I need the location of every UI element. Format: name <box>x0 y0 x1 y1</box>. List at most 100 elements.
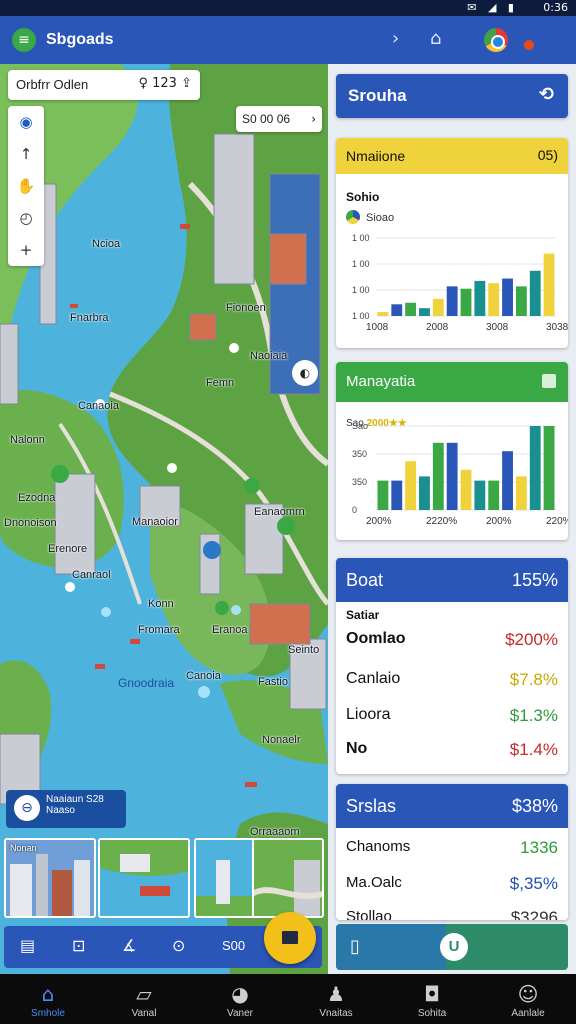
navigate-icon[interactable]: ↑ <box>8 138 44 170</box>
bar[interactable] <box>405 302 417 316</box>
bar[interactable] <box>474 480 486 510</box>
stats-row[interactable]: Chanoms 1336 <box>346 834 558 862</box>
map-label[interactable]: Femn <box>206 377 234 389</box>
map-label[interactable]: Fromara <box>138 624 180 636</box>
share-icon[interactable]: ⇪ <box>181 76 192 91</box>
bar[interactable] <box>543 426 555 510</box>
nav-item-account[interactable]: ☺ Aanlale <box>480 974 576 1024</box>
bar[interactable] <box>502 451 513 510</box>
bar[interactable] <box>502 278 513 316</box>
map-label[interactable]: Ncioa <box>92 238 120 250</box>
note-fab-button[interactable] <box>264 912 316 964</box>
bar[interactable] <box>377 312 389 316</box>
map-label[interactable]: Dnonoison <box>4 517 57 529</box>
pin-icon[interactable]: ♀ <box>138 76 148 91</box>
map-icon: ▱ <box>136 982 152 1006</box>
zoom-in-icon[interactable]: + <box>8 234 44 266</box>
message-icon[interactable]: ⊡ <box>72 936 85 955</box>
stats-row-label: Ma.Oalc <box>346 874 402 891</box>
map-label[interactable]: Ezodna <box>18 492 55 504</box>
nav-label: Smhole <box>31 1008 65 1019</box>
map-label[interactable]: Nalonn <box>10 434 45 446</box>
bar[interactable] <box>377 480 389 510</box>
menu-icon[interactable]: ≡ <box>12 28 36 52</box>
map-label[interactable]: Eanaomrn <box>254 506 305 518</box>
bar[interactable] <box>432 442 444 510</box>
nav-item-shop[interactable]: ◘ Sohita <box>384 974 480 1024</box>
y-tick-label: 1 00 <box>352 311 370 321</box>
nav-item-home[interactable]: ⌂ Smhole <box>0 974 96 1024</box>
map-label[interactable]: Orraaaom <box>250 826 300 838</box>
nav-item-map[interactable]: ▱ Vanal <box>96 974 192 1024</box>
map-label[interactable]: Canoia <box>186 670 221 682</box>
forward-icon[interactable]: › <box>392 28 399 49</box>
bar[interactable] <box>543 253 555 316</box>
lock-icon[interactable]: ⌂ <box>430 28 441 49</box>
nav-item-person[interactable]: ♟ Vnaitas <box>288 974 384 1024</box>
bar[interactable] <box>446 442 458 510</box>
bar[interactable] <box>488 480 500 510</box>
map-view[interactable]: Orbfrr Odlen ♀ 123 ⇪ S0 00 06 › ◉ ↑ ✋ ◴ … <box>0 64 328 974</box>
map-label[interactable]: Seinto <box>288 644 319 656</box>
document-icon[interactable]: ▯ <box>350 936 360 957</box>
stats1-header: Boat 155% <box>336 558 568 602</box>
map-search-text: Orbfrr Odlen <box>16 77 89 92</box>
stats-row[interactable]: No $1.4% <box>346 736 558 764</box>
timer-icon[interactable]: ◴ <box>8 202 44 234</box>
nav-item-palette[interactable]: ◕ Vaner <box>192 974 288 1024</box>
bar[interactable] <box>419 476 430 510</box>
y-tick-label: 350 <box>352 449 367 459</box>
map-label[interactable]: Fionoen <box>226 302 266 314</box>
map-label[interactable]: Eranoa <box>212 624 247 636</box>
map-info-box[interactable]: ⊖ Naaiaun S28 Naaso <box>6 790 126 828</box>
bar[interactable] <box>419 308 430 316</box>
map-label[interactable]: Canraol <box>72 569 111 581</box>
stats-row[interactable]: Oomlao $200% <box>346 626 558 654</box>
compass-icon[interactable]: ◐ <box>292 360 318 386</box>
bar[interactable] <box>488 283 500 316</box>
map-label[interactable]: Canaoia <box>78 400 119 412</box>
bar[interactable] <box>474 280 486 316</box>
map-label[interactable]: Fastio <box>258 676 288 688</box>
bar[interactable] <box>529 426 541 510</box>
bar[interactable] <box>391 304 403 316</box>
browser-icon[interactable] <box>484 28 508 52</box>
bar[interactable] <box>515 286 527 316</box>
thumbnail-1[interactable]: Nonan <box>4 838 96 918</box>
stats-row[interactable]: Canlaio $7.8% <box>346 666 558 694</box>
action-button[interactable]: U <box>440 933 468 961</box>
bar[interactable] <box>529 270 541 316</box>
stats-row[interactable]: Lioora $1.3% <box>346 702 558 730</box>
nav-label: Vanal <box>131 1008 157 1019</box>
thumbnail-2[interactable] <box>98 838 190 918</box>
stats2-header: Srslas $38% <box>336 784 568 828</box>
pan-icon[interactable]: ✋ <box>8 170 44 202</box>
bar[interactable] <box>432 298 444 316</box>
ruler-icon[interactable]: ∡ <box>122 936 136 955</box>
stats-row[interactable]: Ma.Oalc $,35% <box>346 870 558 898</box>
map-label[interactable]: Erenore <box>48 543 87 555</box>
bar[interactable] <box>391 480 403 510</box>
map-search-bar[interactable]: Orbfrr Odlen ♀ 123 ⇪ <box>8 70 200 100</box>
stats1-sub-label: Satiar <box>346 608 380 622</box>
thumbnail-4[interactable] <box>252 838 324 918</box>
bar[interactable] <box>515 476 527 510</box>
map-label[interactable]: Manaoior <box>132 516 178 528</box>
clock-icon[interactable]: ⊙ <box>172 936 185 955</box>
stats-row-label: Canlaio <box>346 670 401 687</box>
bar[interactable] <box>460 288 472 316</box>
map-label[interactable]: Fnarbra <box>70 312 109 324</box>
bar[interactable] <box>460 469 472 510</box>
map-label[interactable]: Nonaelr <box>262 734 301 746</box>
bar[interactable] <box>446 286 458 316</box>
bar[interactable] <box>405 461 417 510</box>
refresh-icon[interactable]: ⟲ <box>539 84 554 105</box>
list-icon[interactable]: ▤ <box>20 936 35 955</box>
map-label[interactable]: Konn <box>148 598 174 610</box>
x-tick-label: 1008 <box>366 322 389 333</box>
zoom-chip[interactable]: S0 00 06 › <box>236 106 322 132</box>
layers-icon[interactable]: ◉ <box>8 106 44 138</box>
map-search-value: 123 <box>152 76 177 91</box>
map-label[interactable]: Naoiaia <box>250 350 287 362</box>
stats-row[interactable]: Stollao $3296 <box>346 904 558 920</box>
